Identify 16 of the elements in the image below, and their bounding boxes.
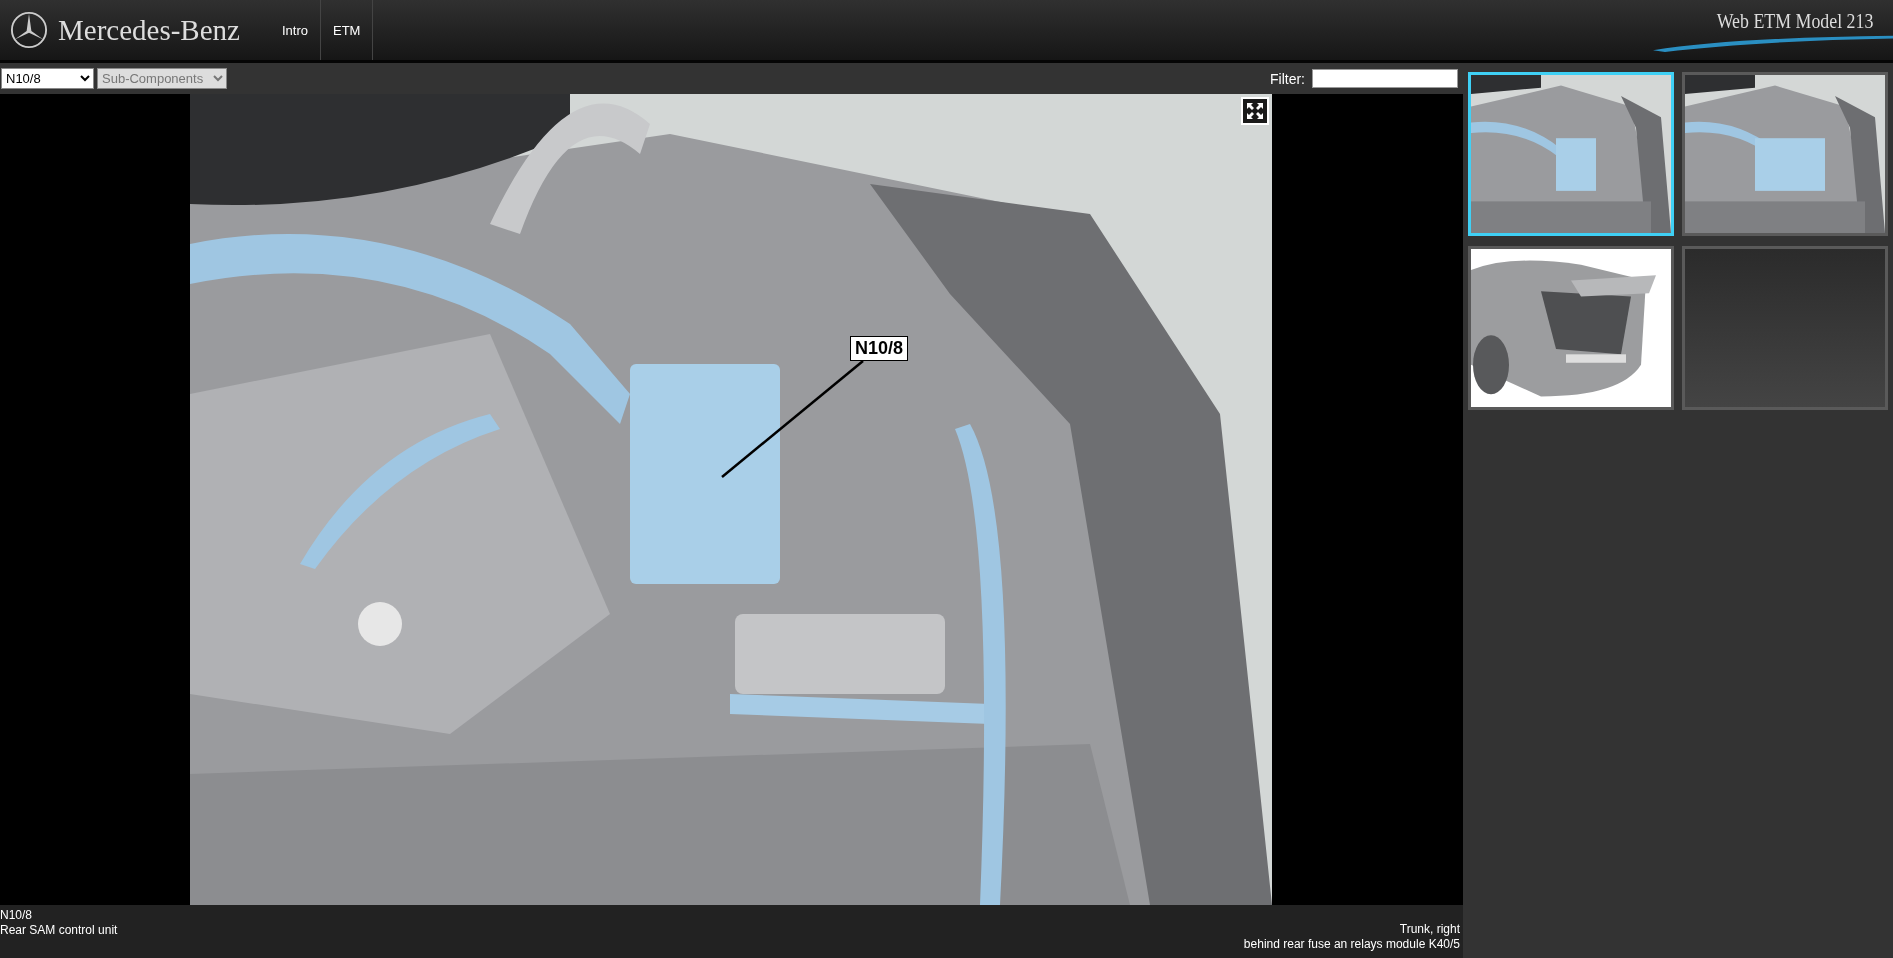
component-name: Rear SAM control unit — [0, 923, 118, 938]
nav-link[interactable]: Intro — [269, 0, 321, 60]
fullscreen-button[interactable] — [1241, 97, 1269, 125]
location-text: Trunk, right — [1399, 922, 1460, 937]
nav-link[interactable]: ETM — [321, 0, 374, 60]
expand-icon — [1245, 101, 1265, 121]
app-title: Web ETM Model 213 — [1716, 8, 1873, 34]
component-code: N10/8 — [0, 908, 34, 923]
location-detail: behind rear fuse an relays module K40/5 — [1243, 937, 1460, 952]
filter-label: Filter: — [1270, 70, 1305, 87]
star-logo-icon — [10, 11, 48, 49]
brand-name: Mercedes-Benz — [58, 13, 240, 47]
component-select[interactable]: N10/8 — [1, 68, 94, 89]
swoosh-icon — [1653, 33, 1893, 52]
filter-field[interactable] — [1312, 69, 1458, 88]
callout-label: N10/8 — [850, 336, 909, 361]
